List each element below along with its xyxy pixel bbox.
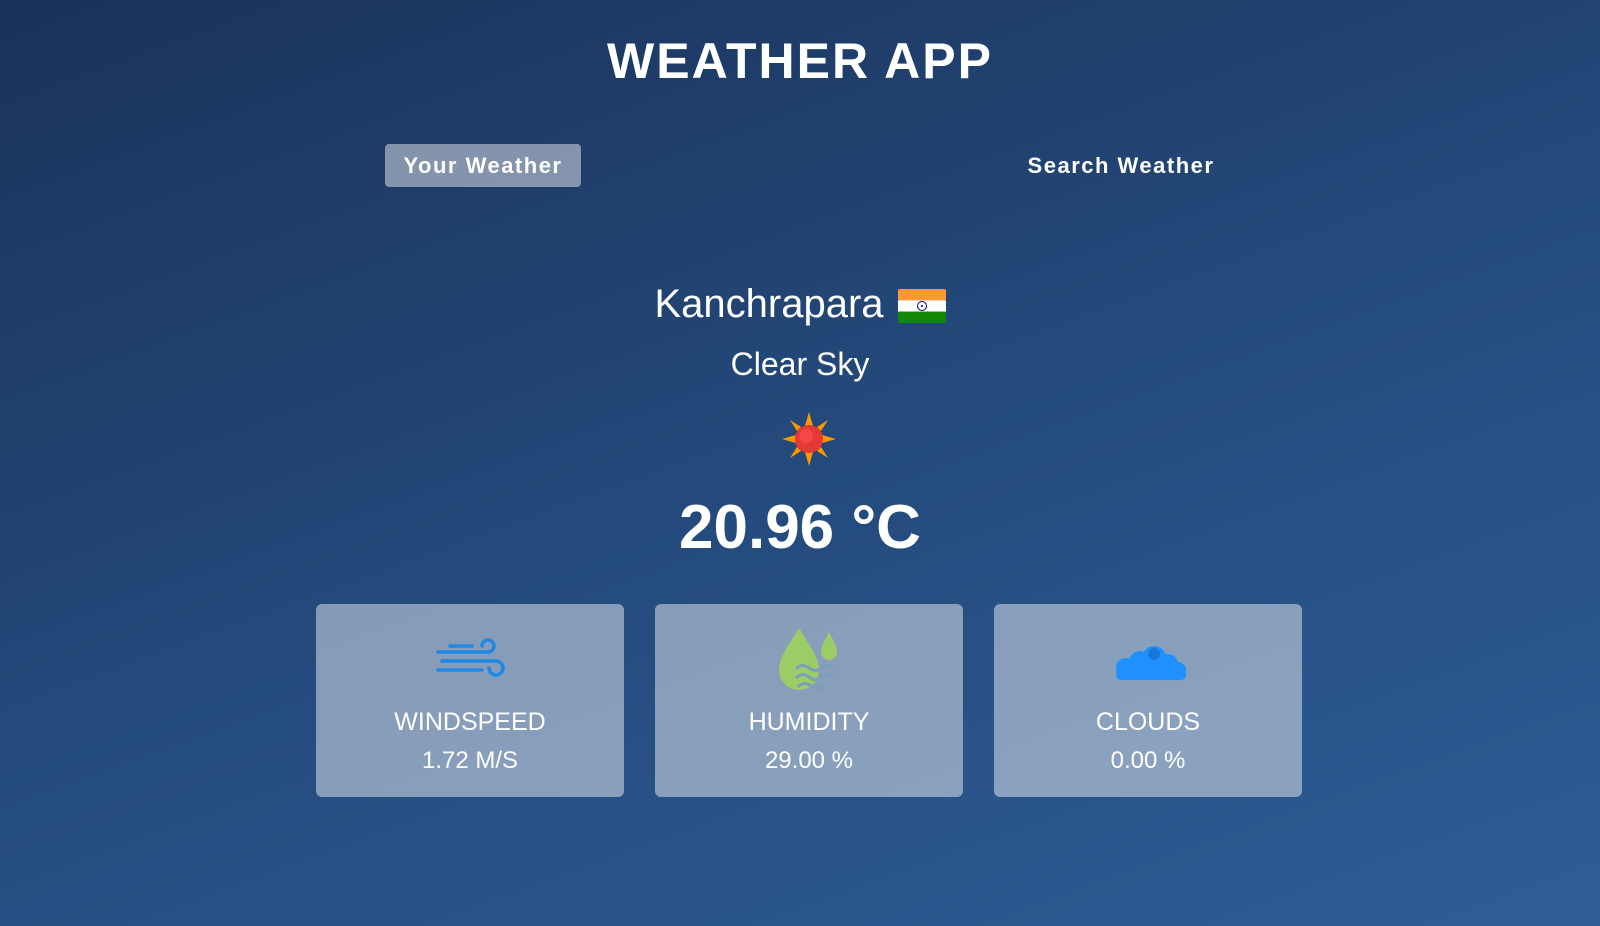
app-title: WEATHER APP: [607, 33, 993, 89]
wind-icon: [430, 624, 510, 696]
india-flag-icon: [897, 288, 946, 323]
windspeed-value: 1.72 M/S: [421, 747, 519, 774]
windspeed-label: WINDSPEED: [394, 708, 546, 736]
windspeed-card: WINDSPEED 1.72 M/S: [316, 604, 624, 797]
clouds-value: 0.00 %: [1110, 747, 1186, 774]
location-row: Kanchrapara: [0, 282, 1600, 327]
humidity-card: HUMIDITY 29.00 %: [655, 604, 963, 797]
cloud-icon: [1108, 624, 1188, 696]
clouds-card: CLOUDS 0.00 %: [994, 604, 1302, 797]
weather-condition: Clear Sky: [730, 346, 870, 382]
clouds-label: CLOUDS: [1095, 708, 1201, 736]
humidity-label: HUMIDITY: [748, 708, 870, 736]
tab-your-weather[interactable]: Your Weather: [385, 144, 581, 187]
sun-icon: [782, 412, 836, 466]
city-name: Kanchrapara: [654, 282, 884, 326]
humidity-icon: [769, 624, 849, 696]
temperature: 20.96 °C: [679, 493, 921, 562]
humidity-value: 29.00 %: [764, 747, 854, 774]
tab-search-weather[interactable]: Search Weather: [1008, 144, 1234, 187]
